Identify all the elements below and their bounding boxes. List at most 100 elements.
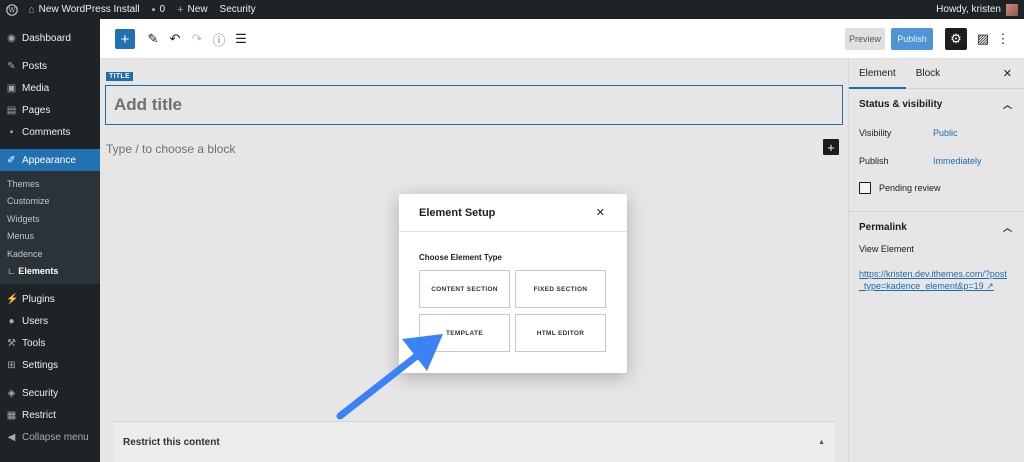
info-icon: ⓘ <box>212 32 226 48</box>
site-name-link[interactable]: ⌂ New WordPress Install <box>28 4 140 16</box>
plus-icon: + <box>827 139 835 155</box>
submenu-widgets[interactable]: Widgets <box>0 210 100 228</box>
close-icon[interactable]: ✕ <box>1003 67 1012 80</box>
sidebar-item-tools[interactable]: ⚒ Tools <box>0 332 100 354</box>
element-settings-button[interactable]: ▨ <box>975 29 991 49</box>
details-button[interactable]: ⓘ <box>211 29 227 49</box>
sidebar-item-posts[interactable]: ✎ Posts <box>0 55 100 77</box>
publish-button[interactable]: Publish <box>891 28 933 50</box>
more-vertical-icon: ⋮ <box>996 31 1010 46</box>
title-placeholder: Add title <box>114 95 182 114</box>
permalink-panel-header[interactable]: Permalink ︿ <box>849 212 1024 242</box>
comment-bubble-icon: ▪ <box>151 3 156 16</box>
svg-text:W: W <box>8 6 16 14</box>
submenu-elements[interactable]: ∟ Elements <box>0 263 100 281</box>
modal-subtitle: Choose Element Type <box>419 253 502 262</box>
pin-icon: ✎ <box>7 60 16 72</box>
comments-link[interactable]: ▪ 0 <box>152 4 165 16</box>
content-section-button[interactable]: CONTENT SECTION <box>419 270 510 308</box>
inline-add-block-button[interactable]: + <box>823 139 839 155</box>
sidebar-item-pages[interactable]: ▤ Pages <box>0 99 100 121</box>
media-icon: ▣ <box>6 82 17 94</box>
undo-button[interactable]: ↶ <box>167 29 183 49</box>
security-link[interactable]: Security <box>220 4 256 15</box>
fixed-section-button[interactable]: FIXED SECTION <box>515 270 606 308</box>
lock-icon: ▦ <box>6 409 17 421</box>
edit-square-icon: ▨ <box>976 31 990 46</box>
wordpress-logo-icon[interactable]: W <box>6 3 18 16</box>
sidebar-item-restrict[interactable]: ▦ Restrict <box>0 404 100 426</box>
status-visibility-panel-header[interactable]: Status & visibility ︿ <box>849 89 1024 119</box>
home-icon: ⌂ <box>28 3 35 16</box>
sidebar-item-security[interactable]: ◈ Security <box>0 382 100 404</box>
restrict-panel-title: Restrict this content <box>123 436 220 448</box>
tab-block[interactable]: Block <box>906 59 950 89</box>
gear-icon: ⚙ <box>950 31 962 46</box>
close-icon[interactable]: ✕ <box>596 206 605 219</box>
publish-date-value[interactable]: Immediately <box>933 156 982 166</box>
admin-bar: W ⌂ New WordPress Install ▪ 0 + New Secu… <box>0 0 1024 19</box>
permalink-url[interactable]: https://kristen.dev.ithemes.com/?post_ty… <box>849 268 1009 292</box>
sidebar-item-appearance[interactable]: ✐ Appearance <box>0 149 100 171</box>
avatar <box>1006 3 1018 16</box>
howdy-text: Howdy, kristen <box>936 4 1001 15</box>
sidebar-item-settings[interactable]: ⊞ Settings <box>0 354 100 376</box>
edit-tool-button[interactable]: ✎ <box>145 29 161 49</box>
restrict-content-panel[interactable]: Restrict this content ▲ <box>113 421 835 462</box>
new-content-link[interactable]: + New <box>177 4 207 16</box>
caret-up-icon: ▲ <box>818 438 825 446</box>
user-icon: ● <box>8 315 15 327</box>
undo-icon: ↶ <box>169 31 181 46</box>
sidebar-item-plugins[interactable]: ⚡ Plugins <box>0 288 100 310</box>
block-placeholder[interactable]: Type / to choose a block <box>106 142 235 156</box>
collapse-icon: ◀ <box>7 431 16 443</box>
pages-icon: ▤ <box>6 104 17 116</box>
element-setup-modal: Element Setup ✕ Choose Element Type CONT… <box>399 194 627 373</box>
settings-tabs: Element Block ✕ <box>849 59 1024 89</box>
wrench-icon: ⚒ <box>7 337 16 349</box>
redo-icon: ↷ <box>191 31 203 46</box>
title-block-tag: TITLE <box>106 72 133 81</box>
title-input[interactable]: Add title <box>105 85 843 125</box>
modal-header: Element Setup ✕ <box>399 194 627 232</box>
more-options-button[interactable]: ⋮ <box>996 29 1010 49</box>
external-link-icon: ↗ <box>986 281 994 291</box>
view-element-label: View Element <box>859 244 914 254</box>
editor-toolbar: + ✎ ↶ ↷ ⓘ ☰ Preview Publish ⚙ ▨ ⋮ <box>100 19 1024 59</box>
chevron-up-icon: ︿ <box>1002 222 1012 233</box>
preview-button[interactable]: Preview <box>845 28 885 50</box>
sidebar-item-media[interactable]: ▣ Media <box>0 77 100 99</box>
tab-element[interactable]: Element <box>849 59 906 89</box>
plus-icon: + <box>120 30 130 48</box>
settings-sidebar: Element Block ✕ Status & visibility ︿ Vi… <box>848 59 1024 462</box>
modal-title: Element Setup <box>419 206 496 219</box>
account-menu[interactable]: Howdy, kristen <box>936 3 1018 16</box>
publish-row: Publish Immediately <box>859 156 982 166</box>
html-editor-button[interactable]: HTML EDITOR <box>515 314 606 352</box>
sidebar-item-dashboard[interactable]: ◉ Dashboard <box>0 27 100 49</box>
list-view-button[interactable]: ☰ <box>233 29 249 49</box>
sidebar-item-comments[interactable]: ▪ Comments <box>0 121 100 143</box>
template-button[interactable]: TEMPLATE <box>419 314 510 352</box>
visibility-row: Visibility Public <box>859 128 958 138</box>
list-view-icon: ☰ <box>235 31 247 46</box>
plus-icon: + <box>177 3 184 16</box>
collapse-menu-button[interactable]: ◀ Collapse menu <box>0 426 100 448</box>
site-name: New WordPress Install <box>38 4 140 15</box>
sidebar-item-users[interactable]: ● Users <box>0 310 100 332</box>
submenu-customize[interactable]: Customize <box>0 193 100 211</box>
dashboard-icon: ◉ <box>7 32 16 44</box>
visibility-value[interactable]: Public <box>933 128 958 138</box>
submenu-menus[interactable]: Menus <box>0 228 100 246</box>
pending-review-row: Pending review <box>849 175 1024 201</box>
pencil-icon: ✎ <box>147 31 159 46</box>
plugin-icon: ⚡ <box>6 293 19 305</box>
brush-icon: ✐ <box>7 154 16 166</box>
submenu-themes[interactable]: Themes <box>0 175 100 193</box>
redo-button[interactable]: ↷ <box>189 29 205 49</box>
pending-review-checkbox[interactable] <box>859 182 871 194</box>
add-block-button[interactable]: + <box>115 29 135 49</box>
settings-toggle-button[interactable]: ⚙ <box>945 28 967 50</box>
settings-icon: ⊞ <box>7 359 16 371</box>
submenu-kadence[interactable]: Kadence <box>0 245 100 263</box>
